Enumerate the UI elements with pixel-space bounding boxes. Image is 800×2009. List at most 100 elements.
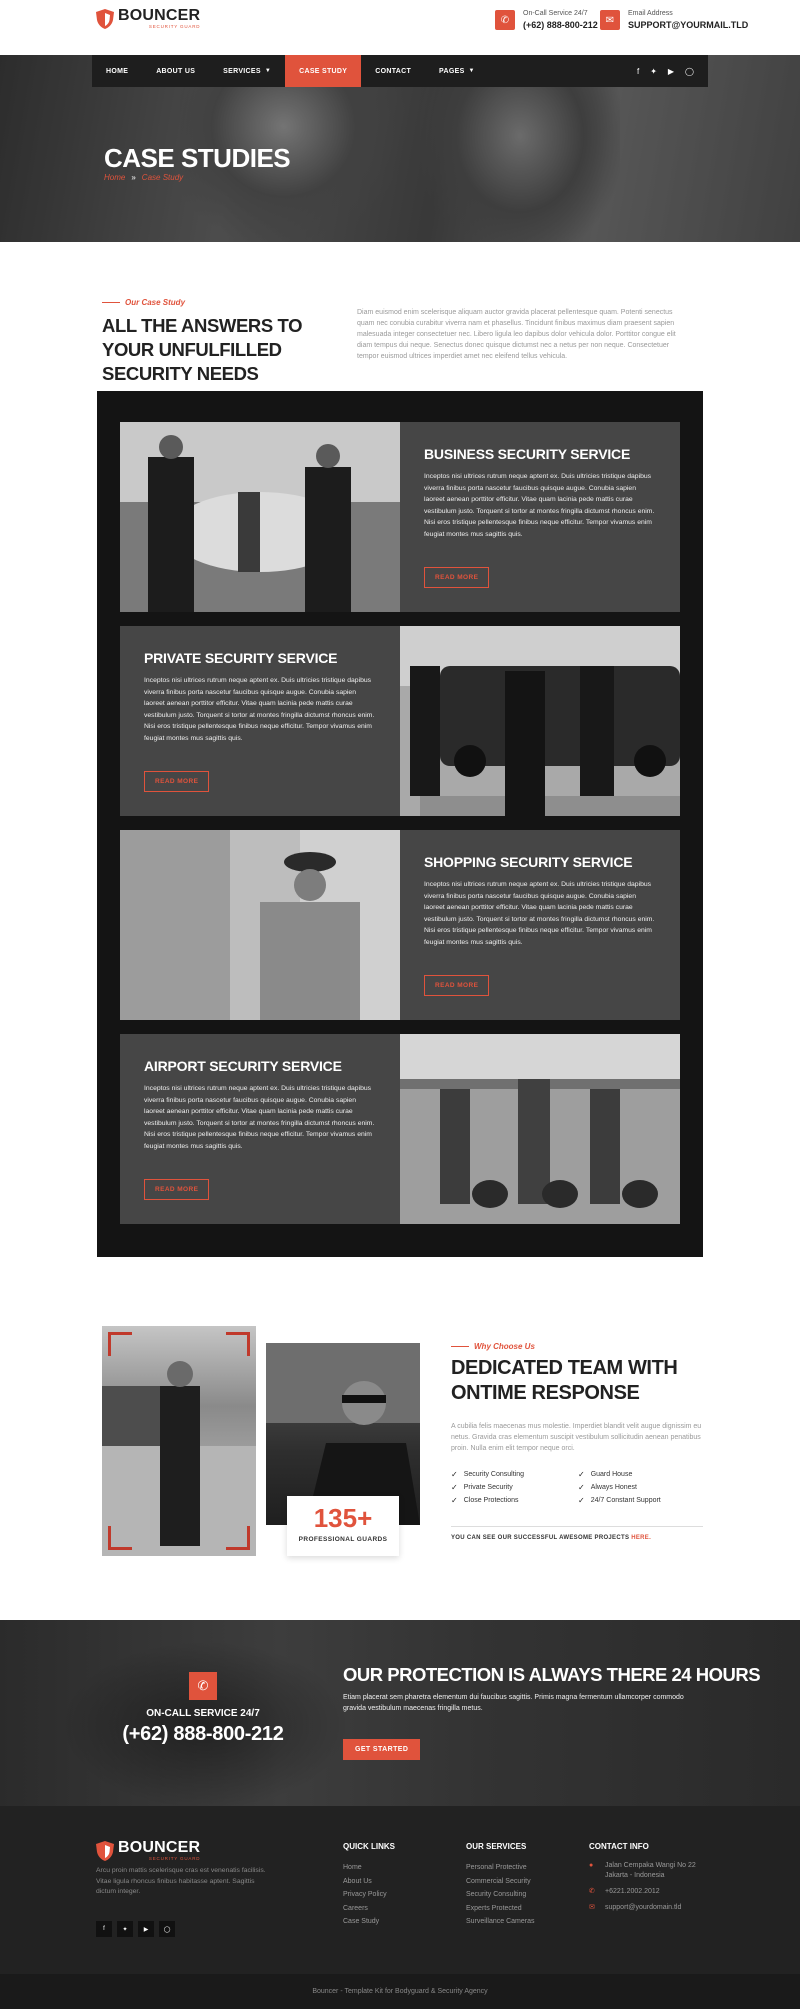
service-title: SHOPPING SECURITY SERVICE bbox=[424, 854, 633, 870]
envelope-icon: ✉ bbox=[600, 10, 620, 30]
service-row-shopping: SHOPPING SECURITY SERVICE Inceptos nisi … bbox=[120, 830, 680, 1020]
service-title: PRIVATE SECURITY SERVICE bbox=[144, 650, 338, 666]
twitter-icon[interactable]: ✦ bbox=[650, 67, 657, 76]
footer-link[interactable]: Privacy Policy bbox=[343, 1888, 395, 1902]
check-icon: ✓ bbox=[451, 1496, 458, 1505]
guards-stat-card: 135+ PROFESSIONAL GUARDS bbox=[287, 1496, 399, 1556]
read-more-button[interactable]: READ MORE bbox=[144, 771, 210, 792]
feature-item: ✓ Close Protections bbox=[451, 1496, 519, 1505]
site-logo[interactable]: BOUNCER SECURITY GUARD bbox=[96, 8, 200, 29]
logo-tagline: SECURITY GUARD bbox=[148, 24, 201, 29]
service-title: AIRPORT SECURITY SERVICE bbox=[144, 1058, 342, 1074]
cta-phone-number[interactable]: (+62) 888-800-212 bbox=[103, 1723, 303, 1746]
footer-phone[interactable]: ✆ +6221.2002.2012 bbox=[589, 1887, 696, 1897]
top-bar: BOUNCER SECURITY GUARD ✆ On-Call Service… bbox=[0, 0, 800, 55]
youtube-icon[interactable]: ▶ bbox=[668, 67, 674, 76]
check-icon: ✓ bbox=[451, 1470, 458, 1479]
footer-link[interactable]: Home bbox=[343, 1861, 395, 1875]
header-phone[interactable]: ✆ On-Call Service 24/7 (+62) 888-800-212 bbox=[495, 9, 598, 31]
footer-link[interactable]: Experts Protected bbox=[466, 1902, 534, 1916]
cta-banner: ✆ ON-CALL SERVICE 24/7 (+62) 888-800-212… bbox=[0, 1620, 800, 1806]
email-address: SUPPORT@YOURMAIL.TLD bbox=[628, 20, 749, 30]
footer-logo[interactable]: BOUNCER SECURITY GUARD bbox=[96, 1840, 200, 1861]
copyright-text: Bouncer - Template Kit for Bodyguard & S… bbox=[312, 1988, 488, 1995]
quick-links-column: QUICK LINKS Home About Us Privacy Policy… bbox=[343, 1842, 395, 1929]
breadcrumb-home[interactable]: Home bbox=[104, 173, 125, 182]
service-row-airport: AIRPORT SECURITY SERVICE Inceptos nisi u… bbox=[120, 1034, 680, 1224]
service-image-shopping bbox=[120, 830, 400, 1020]
breadcrumb: Home » Case Study bbox=[104, 173, 183, 182]
why-title: DEDICATED TEAM WITH ONTIME RESPONSE bbox=[451, 1357, 678, 1404]
nav-pages[interactable]: PAGES ▼ bbox=[425, 55, 489, 87]
check-icon: ✓ bbox=[578, 1496, 585, 1505]
twitter-icon[interactable]: ✦ bbox=[117, 1921, 133, 1937]
projects-link[interactable]: HERE. bbox=[631, 1535, 651, 1541]
read-more-button[interactable]: READ MORE bbox=[424, 567, 490, 588]
breadcrumb-current: Case Study bbox=[141, 173, 184, 182]
facebook-icon[interactable]: f bbox=[96, 1921, 112, 1937]
instagram-icon[interactable]: ◯ bbox=[685, 67, 694, 76]
service-card-shopping: SHOPPING SECURITY SERVICE Inceptos nisi … bbox=[400, 830, 680, 1020]
why-choose-us-section: 135+ PROFESSIONAL GUARDS Why Choose Us D… bbox=[0, 1318, 800, 1588]
service-image-private bbox=[400, 626, 680, 816]
contact-column: CONTACT INFO ● Jalan Cempaka Wangi No 22… bbox=[589, 1842, 696, 1919]
nav-case-study[interactable]: CASE STUDY bbox=[285, 55, 362, 87]
nav-contact[interactable]: CONTACT bbox=[361, 55, 425, 87]
facebook-icon[interactable]: f bbox=[637, 67, 639, 76]
instagram-icon[interactable]: ◯ bbox=[159, 1921, 175, 1937]
nav-social-links: f ✦ ▶ ◯ bbox=[637, 67, 708, 76]
email-label: Email Address bbox=[628, 10, 673, 17]
why-guard-image bbox=[102, 1326, 256, 1556]
footer-link[interactable]: Surveillance Cameras bbox=[466, 1915, 534, 1929]
nav-about-us[interactable]: ABOUT US bbox=[142, 55, 209, 87]
shield-logo-icon bbox=[96, 1840, 114, 1861]
footer-link[interactable]: Commercial Security bbox=[466, 1875, 534, 1889]
header-email[interactable]: ✉ Email Address SUPPORT@YOURMAIL.TLD bbox=[600, 9, 748, 31]
feature-list: ✓ Security Consulting ✓ Guard House ✓ Priva… bbox=[451, 1470, 711, 1505]
get-started-button[interactable]: GET STARTED bbox=[343, 1739, 421, 1760]
main-nav: HOME ABOUT US SERVICES ▼ CASE STUDY CONTA… bbox=[92, 55, 708, 87]
logo-tagline: SECURITY GUARD bbox=[148, 1856, 201, 1861]
footer-email[interactable]: ✉ support@yourdomain.tld bbox=[589, 1903, 696, 1913]
service-image-airport bbox=[400, 1034, 680, 1224]
intro-text: Diam euismod enim scelerisque aliquam au… bbox=[357, 309, 676, 360]
divider bbox=[451, 1526, 703, 1527]
service-row-business: BUSINESS SECURITY SERVICE Inceptos nisi … bbox=[120, 422, 680, 612]
read-more-button[interactable]: READ MORE bbox=[144, 1179, 210, 1200]
frame-corner-decoration bbox=[226, 1332, 250, 1356]
footer-link[interactable]: Careers bbox=[343, 1902, 395, 1916]
youtube-icon[interactable]: ▶ bbox=[138, 1921, 154, 1937]
footer-link[interactable]: Security Consulting bbox=[466, 1888, 534, 1902]
copyright-bar: Bouncer - Template Kit for Bodyguard & S… bbox=[0, 1974, 800, 2009]
services-block: BUSINESS SECURITY SERVICE Inceptos nisi … bbox=[97, 391, 703, 1257]
footer-address: ● Jalan Cempaka Wangi No 22 Jakarta - Ind… bbox=[589, 1862, 696, 1879]
nav-home[interactable]: HOME bbox=[92, 55, 142, 87]
cta-service-label: ON-CALL SERVICE 24/7 bbox=[146, 1708, 260, 1719]
intro-kicker: Our Case Study bbox=[102, 298, 185, 307]
page-title: CASE STUDIES bbox=[104, 143, 291, 173]
check-icon: ✓ bbox=[578, 1483, 585, 1492]
phone-number: (+62) 888-800-212 bbox=[523, 20, 598, 30]
service-text: Inceptos nisi ultrices rutrum neque apte… bbox=[424, 473, 655, 538]
frame-corner-decoration bbox=[108, 1332, 132, 1356]
feature-item: ✓ Private Security bbox=[451, 1483, 513, 1492]
read-more-button[interactable]: READ MORE bbox=[424, 975, 490, 996]
feature-item: ✓ Security Consulting bbox=[451, 1470, 525, 1479]
shield-logo-icon bbox=[96, 8, 114, 29]
feature-item: ✓ Always Honest bbox=[578, 1483, 637, 1492]
footer-link[interactable]: About Us bbox=[343, 1875, 395, 1889]
footer-social-links: f ✦ ▶ ◯ bbox=[96, 1921, 175, 1937]
envelope-icon: ✉ bbox=[589, 1904, 595, 1911]
nav-services[interactable]: SERVICES ▼ bbox=[209, 55, 285, 87]
breadcrumb-separator: » bbox=[131, 173, 136, 182]
quick-links-title: QUICK LINKS bbox=[343, 1842, 395, 1851]
footer-link[interactable]: Case Study bbox=[343, 1915, 395, 1929]
chevron-down-icon: ▼ bbox=[264, 68, 272, 74]
location-pin-icon: ● bbox=[589, 1862, 594, 1869]
stat-label: PROFESSIONAL GUARDS bbox=[298, 1536, 388, 1543]
logo-name: BOUNCER bbox=[118, 1839, 201, 1856]
why-kicker: Why Choose Us bbox=[451, 1342, 535, 1351]
phone-icon: ✆ bbox=[189, 1672, 217, 1700]
phone-icon: ✆ bbox=[495, 10, 515, 30]
footer-link[interactable]: Personal Protective bbox=[466, 1861, 534, 1875]
